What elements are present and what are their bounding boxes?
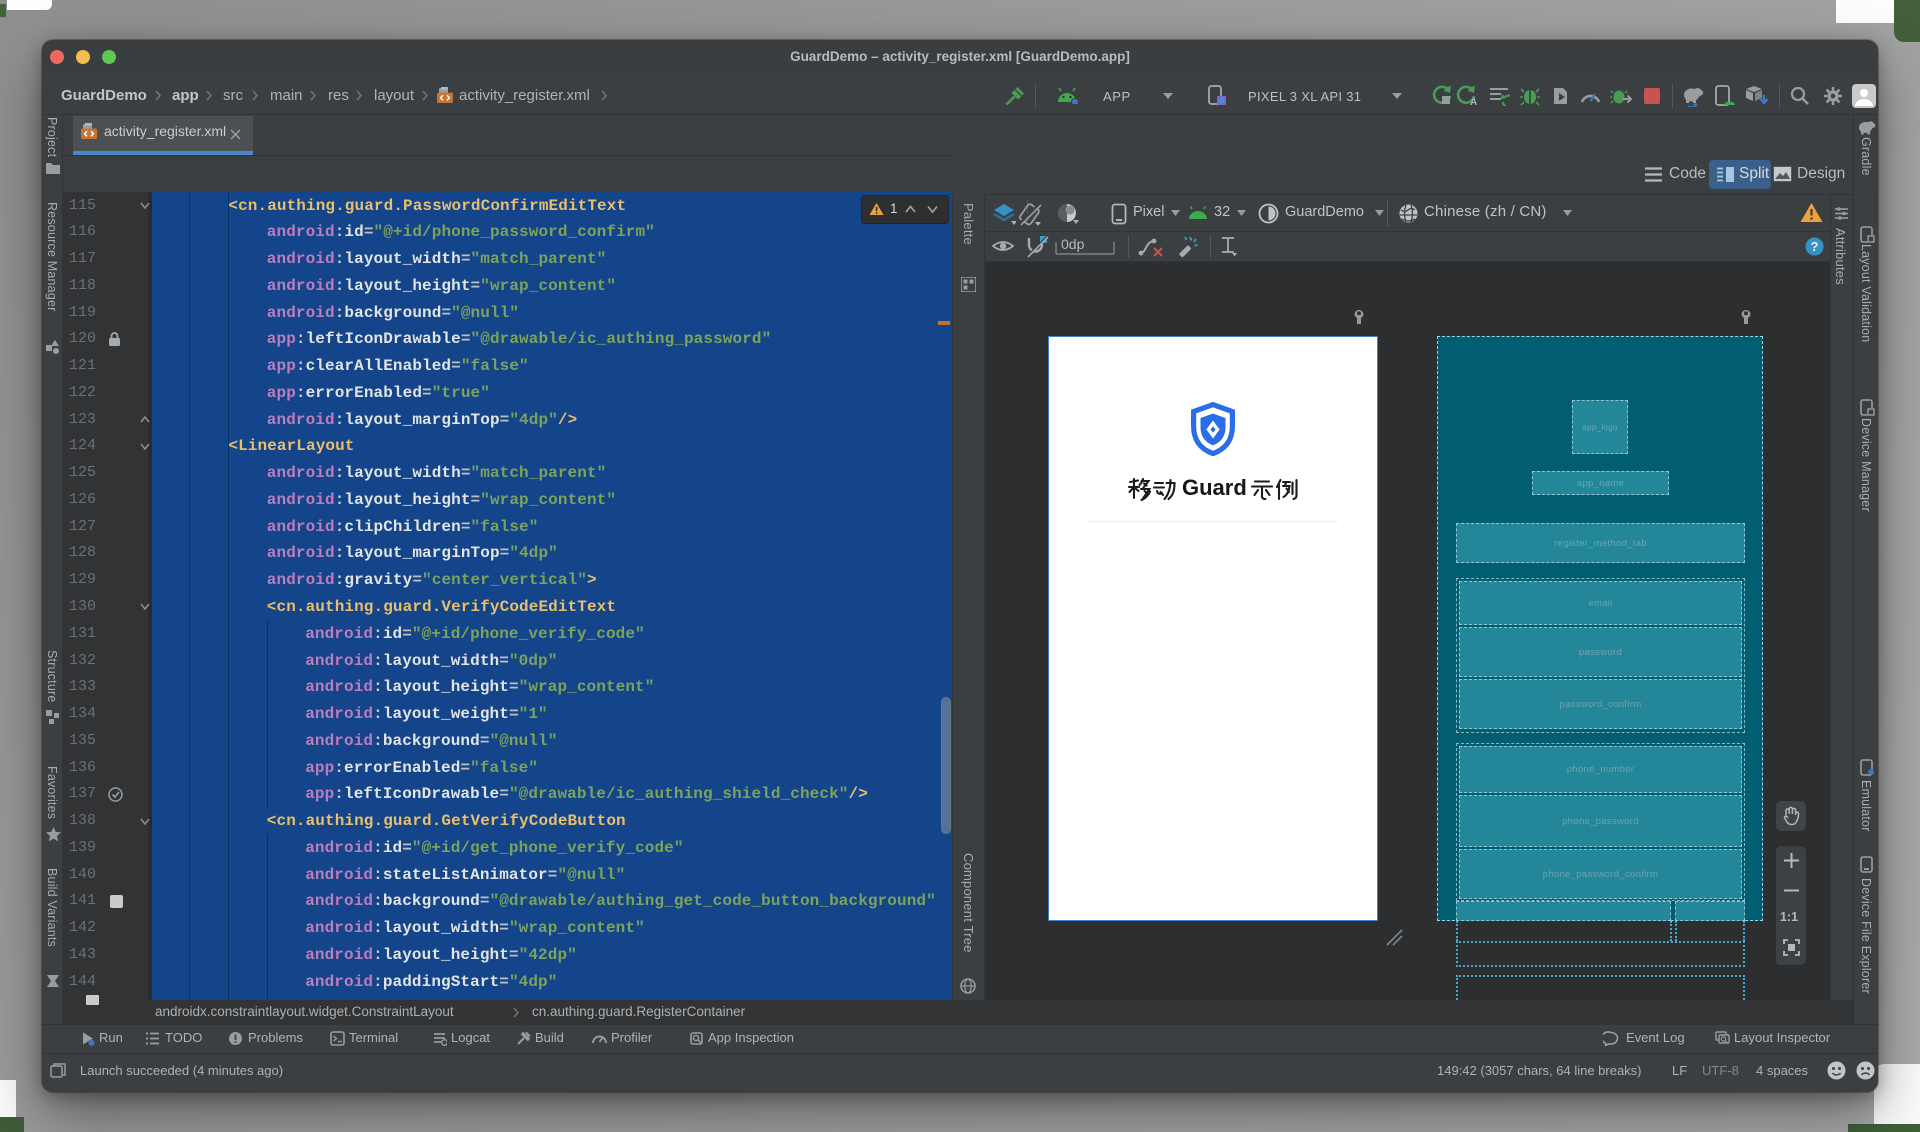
svg-text:A: A — [1470, 97, 1477, 107]
svg-text:?: ? — [1811, 239, 1819, 254]
